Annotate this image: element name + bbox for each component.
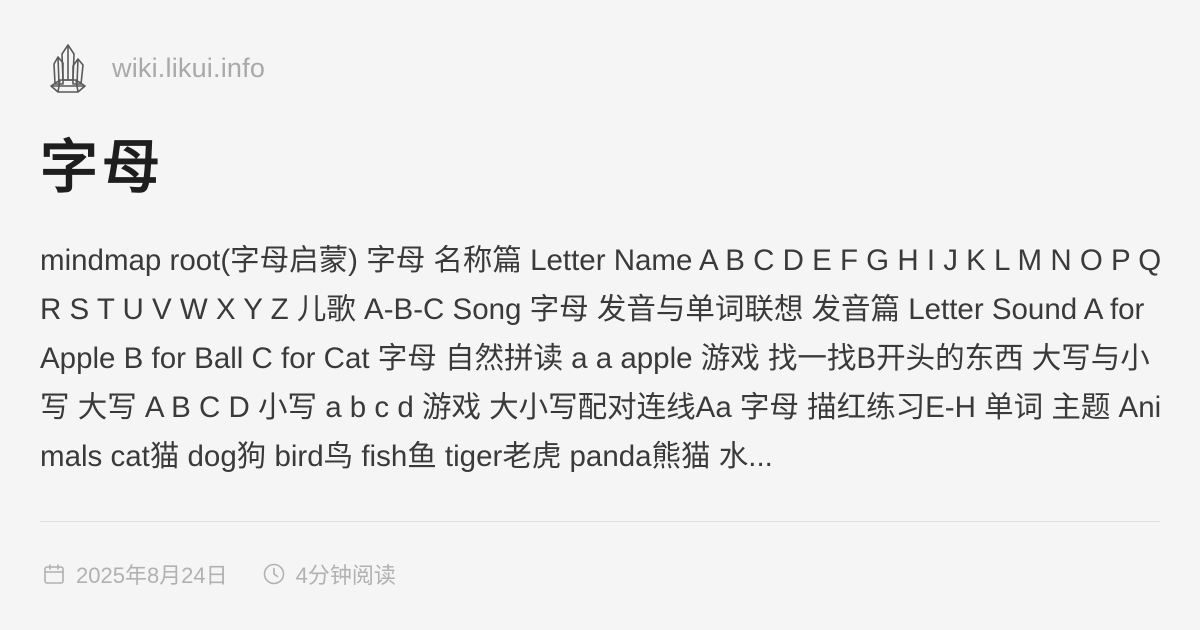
article-meta: 2025年8月24日 4分钟阅读 bbox=[42, 558, 396, 590]
calendar-icon bbox=[44, 564, 64, 584]
clock-icon bbox=[263, 563, 284, 585]
reading-time-text: 4分钟阅读 bbox=[295, 563, 396, 588]
divider bbox=[40, 521, 1160, 522]
article-excerpt: mindmap root(字母启蒙) 字母 名称篇 Letter Name A … bbox=[40, 244, 1162, 473]
site-header: wiki.likui.info bbox=[48, 42, 265, 94]
site-url[interactable]: wiki.likui.info bbox=[112, 53, 265, 84]
crystal-cluster-icon bbox=[50, 44, 86, 93]
page-title: 字母 bbox=[40, 135, 165, 200]
reading-time: 4分钟阅读 bbox=[262, 558, 396, 590]
publish-date: 2025年8月24日 bbox=[42, 558, 228, 590]
publish-date-text: 2025年8月24日 bbox=[76, 563, 228, 588]
